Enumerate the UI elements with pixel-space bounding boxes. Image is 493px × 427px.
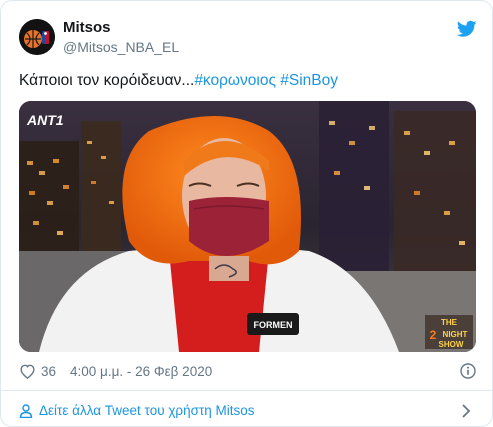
more-tweets-link[interactable]: Δείτε άλλα Tweet του χρήστη Mitsos [19,403,255,418]
author-handle[interactable]: @Mitsos_NBA_EL [63,39,179,55]
media-image[interactable]: FORMEN ANT1 THE 2 NIGHT SHOW [19,101,476,352]
divider [1,390,492,391]
avatar[interactable] [19,19,55,55]
tweet-meta: 36 4:00 μ.μ. - 26 Φεβ 2020 [19,363,212,379]
chevron-right-icon[interactable] [461,404,471,418]
tweet-text: Κάποιοι τον κορόιδευαν...#κορωνοιος #Sin… [19,72,338,90]
more-tweets-label[interactable]: Δείτε άλλα Tweet του χρήστη Mitsos [39,403,255,418]
twitter-bird-icon[interactable] [457,20,477,38]
person-icon [19,403,33,418]
hashtag-link[interactable]: #SinBoy [280,72,338,89]
author-name[interactable]: Mitsos [63,19,111,36]
jacket-patch-text: FORMEN [254,320,293,330]
info-icon[interactable] [460,363,476,379]
show-logo-line4: SHOW [439,340,464,349]
show-logo-line3: NIGHT [443,330,468,339]
like-count[interactable]: 36 [41,364,56,379]
heart-icon[interactable] [19,363,36,379]
hashtag-link[interactable]: #κορωνοιος [194,72,276,89]
tweet-body: Κάποιοι τον κορόιδευαν... [19,72,195,89]
tweet-card[interactable]: Mitsos @Mitsos_NBA_EL Κάποιοι τον κορόιδ… [0,0,493,427]
show-logo-line2: 2 [430,328,437,342]
tweet-timestamp[interactable]: 4:00 μ.μ. - 26 Φεβ 2020 [70,364,212,379]
channel-logo: ANT1 [26,112,64,128]
show-logo-line1: THE [441,318,458,327]
